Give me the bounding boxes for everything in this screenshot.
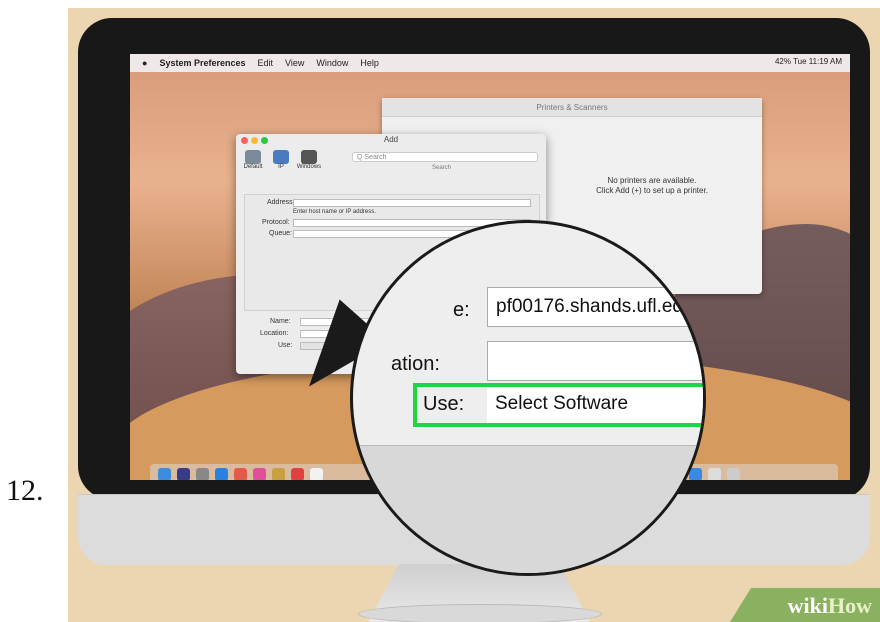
lens-footer	[353, 445, 703, 573]
globe-icon	[273, 150, 289, 164]
menu-view[interactable]: View	[285, 58, 304, 68]
menu-status: 42% Tue 11:19 AM	[774, 57, 842, 66]
reminders-icon[interactable]	[310, 467, 323, 480]
safari-icon[interactable]	[215, 467, 228, 480]
magnified-name-field[interactable]: pf00176.shands.ufl.edu 2	[487, 287, 703, 327]
minimize-button[interactable]	[251, 137, 258, 144]
launchpad-icon[interactable]	[177, 467, 190, 480]
wikihow-watermark: wikiHow	[730, 588, 880, 622]
calendar-icon[interactable]	[291, 467, 304, 480]
name-label: Name:	[270, 318, 291, 325]
address-hint: Enter host name or IP address.	[293, 209, 376, 215]
magnified-use-label: Use:	[423, 393, 465, 415]
protocol-label: Protocol:	[262, 219, 290, 226]
close-button[interactable]	[241, 137, 248, 144]
menu-help[interactable]: Help	[360, 58, 379, 68]
notes-icon[interactable]	[272, 467, 285, 480]
windows-printer-icon	[301, 150, 317, 164]
photos-icon[interactable]	[253, 467, 266, 480]
downloads-icon[interactable]	[708, 467, 721, 480]
menu-bar: ● System Preferences Edit View Window He…	[130, 54, 850, 72]
magnified-name-label: e:	[453, 299, 470, 321]
ip-tab[interactable]: IP	[272, 150, 290, 170]
monitor-stand-foot	[358, 604, 602, 622]
rocket-icon[interactable]	[196, 467, 209, 480]
menu-edit[interactable]: Edit	[258, 58, 274, 68]
printer-icon	[245, 150, 261, 164]
illustration: ● System Preferences Edit View Window He…	[68, 8, 880, 622]
add-window-title: Add	[383, 135, 399, 144]
queue-label: Queue:	[269, 230, 292, 237]
add-toolbar: Default IP Windows	[244, 150, 321, 170]
default-tab[interactable]: Default	[244, 150, 263, 170]
mail-icon[interactable]	[234, 467, 247, 480]
windows-tab[interactable]: Windows	[297, 150, 321, 170]
add-search-input[interactable]: Q Search	[352, 152, 538, 162]
trash-icon[interactable]	[727, 467, 740, 480]
address-field[interactable]	[293, 199, 531, 207]
magnifier-lens: e: pf00176.shands.ufl.edu 2 ation: Use: …	[350, 220, 706, 576]
magnified-location-label: ation:	[391, 353, 440, 375]
no-printers-message: No printers are available. Click Add (+)…	[596, 176, 708, 195]
zoom-button[interactable]	[261, 137, 268, 144]
printers-window-title: Printers & Scanners	[382, 98, 762, 117]
finder-icon[interactable]	[158, 467, 171, 480]
address-label: Address:	[267, 199, 295, 206]
apple-icon[interactable]: ●	[142, 58, 147, 68]
magnified-use-select[interactable]: Select Software	[487, 387, 703, 423]
search-caption: Search	[432, 165, 452, 171]
step-number: 12.	[6, 474, 44, 507]
menu-app-name[interactable]: System Preferences	[159, 58, 245, 68]
magnified-location-field[interactable]	[487, 341, 703, 381]
menu-window[interactable]: Window	[316, 58, 348, 68]
